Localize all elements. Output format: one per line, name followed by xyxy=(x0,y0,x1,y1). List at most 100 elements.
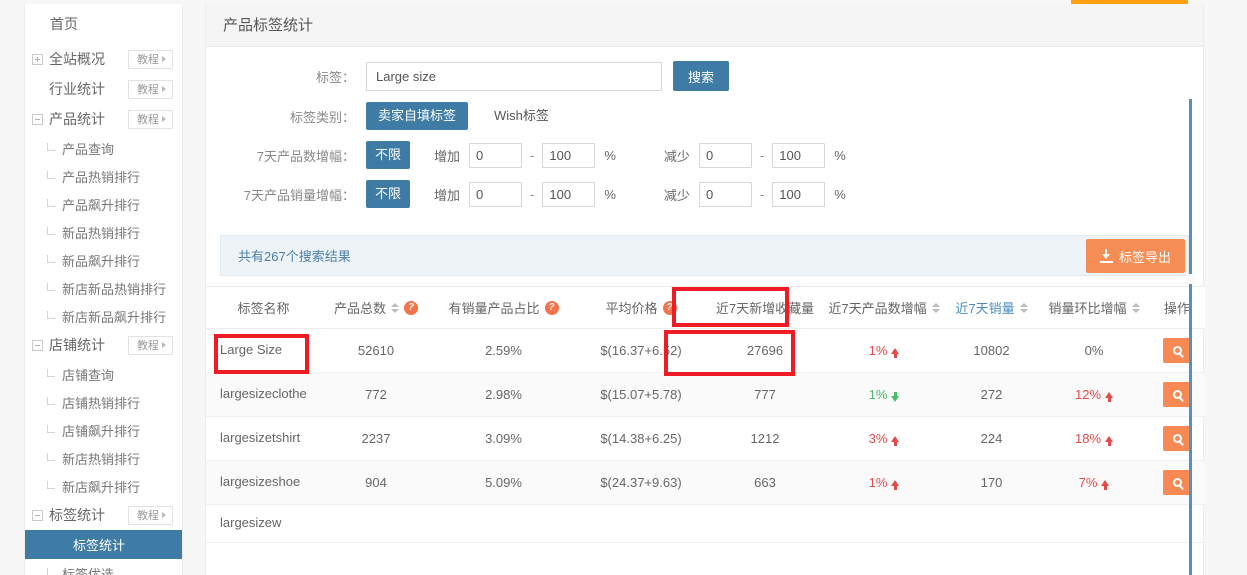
product-count-increase-max[interactable] xyxy=(542,142,596,168)
expand-plus-icon[interactable] xyxy=(32,53,43,65)
help-icon[interactable]: ? xyxy=(662,300,677,315)
filter-row-tag: 标签： 搜索 xyxy=(206,61,1203,91)
arrow-up-icon xyxy=(891,436,900,446)
tree-corner-icon xyxy=(47,567,55,575)
sidebar-item-shop-hot-rank[interactable]: 店铺热销排行 xyxy=(25,388,182,416)
sort-icon[interactable] xyxy=(1131,302,1140,314)
tag-search-input[interactable] xyxy=(366,61,662,91)
col-sales-7d[interactable]: 近7天销量 xyxy=(944,286,1039,329)
sales-unlimited-button[interactable]: 不限 xyxy=(366,180,410,208)
sidebar-item-product-hot-rank[interactable]: 产品热销排行 xyxy=(25,162,182,190)
col-actions: 操作 xyxy=(1149,286,1205,329)
sort-icon[interactable] xyxy=(391,302,399,314)
sidebar-item-product-rising-rank[interactable]: 产品飙升排行 xyxy=(25,190,182,218)
cell-total: 772 xyxy=(321,372,431,417)
arrow-up-icon xyxy=(891,348,900,358)
tutorial-button[interactable]: 教程 xyxy=(128,109,173,129)
sidebar-item-product-query[interactable]: 产品查询 xyxy=(25,134,182,162)
sort-icon[interactable] xyxy=(931,302,940,314)
col-label: 操作 xyxy=(1163,301,1190,316)
sales-decrease-max[interactable] xyxy=(772,181,826,207)
product-count-decrease-max[interactable] xyxy=(772,142,826,168)
expand-none-icon xyxy=(32,84,43,95)
search-button[interactable]: 搜索 xyxy=(673,61,729,91)
sidebar-item-shop-rising-rank[interactable]: 店铺飙升排行 xyxy=(25,416,182,444)
sidebar-item-newshop-rising-rank[interactable]: 新店飙升排行 xyxy=(25,472,182,500)
cell-sales-growth: 18% xyxy=(1039,416,1149,461)
cell-total: 52610 xyxy=(321,328,431,373)
sidebar-group-label: 全站概况 xyxy=(49,51,105,67)
cell-avg-price: $(24.37+9.63) xyxy=(576,460,706,505)
sales-increase-max[interactable] xyxy=(542,181,596,207)
cell-sales-ratio: 3.09% xyxy=(431,416,576,461)
sidebar-group-industry[interactable]: 行业统计 教程 xyxy=(25,74,182,104)
sidebar-group-product-stats[interactable]: 产品统计 教程 xyxy=(25,104,182,134)
product-count-unlimited-button[interactable]: 不限 xyxy=(366,141,410,169)
sidebar-sub-label: 店铺热销排行 xyxy=(62,395,141,411)
collapse-minus-icon[interactable] xyxy=(32,113,43,125)
growth-value: 18% xyxy=(1074,431,1102,446)
product-count-decrease-min[interactable] xyxy=(698,142,752,168)
cell-tag-name[interactable]: Large Size xyxy=(206,328,321,373)
product-count-growth-label: 7天产品数增幅： xyxy=(256,148,355,164)
col-product-count-growth[interactable]: 近7天产品数增幅 xyxy=(824,286,944,329)
table-header-row: 标签名称 产品总数 ? 有销量产品占比 ? 平均价格 ? 近7天新增收藏量 近7… xyxy=(206,286,1205,329)
row-search-button[interactable] xyxy=(1163,470,1191,495)
table-body: Large Size 52610 2.59% $(16.37+6.52) 276… xyxy=(206,328,1205,543)
cell-tag-name[interactable]: largesizeshoe xyxy=(206,460,321,505)
tree-corner-icon xyxy=(47,254,55,263)
sidebar: 首页 全站概况 教程 行业统计 教程 产品统计 教程 产品查询 产品热销排行 产… xyxy=(24,4,183,575)
tutorial-button[interactable]: 教程 xyxy=(128,79,173,99)
help-icon[interactable]: ? xyxy=(404,300,418,315)
export-tags-button[interactable]: 标签导出 xyxy=(1085,239,1185,273)
tab-wish-tag[interactable]: Wish标签 xyxy=(482,102,561,130)
sales-decrease-min[interactable] xyxy=(698,181,752,207)
help-icon[interactable]: ? xyxy=(544,300,559,315)
col-total-products[interactable]: 产品总数 ? xyxy=(321,286,431,329)
tutorial-button[interactable]: 教程 xyxy=(128,335,173,355)
chevron-right-icon xyxy=(162,512,166,518)
tab-seller-tag[interactable]: 卖家自填标签 xyxy=(366,102,469,130)
row-search-button[interactable] xyxy=(1163,338,1191,363)
sidebar-item-newshop-new-rising-rank[interactable]: 新店新品飙升排行 xyxy=(25,302,182,330)
arrow-up-icon xyxy=(1105,436,1114,446)
sidebar-group-overview[interactable]: 全站概况 教程 xyxy=(25,44,182,74)
cell-sales-7d xyxy=(944,504,1039,543)
cell-sales-ratio: 2.98% xyxy=(431,372,576,417)
tree-corner-icon xyxy=(47,480,55,489)
tutorial-button[interactable]: 教程 xyxy=(128,49,173,69)
app-root: 首页 全站概况 教程 行业统计 教程 产品统计 教程 产品查询 产品热销排行 产… xyxy=(0,0,1247,575)
cell-new-favorites: 777 xyxy=(706,372,824,417)
sort-icon[interactable] xyxy=(1019,302,1028,314)
collapse-minus-icon[interactable] xyxy=(32,509,43,521)
chevron-right-icon xyxy=(162,342,166,348)
sidebar-sub-label: 标签优选 xyxy=(62,566,115,575)
percent-sign: % xyxy=(604,147,616,163)
sidebar-sub-label: 产品热销排行 xyxy=(62,169,141,185)
row-search-button[interactable] xyxy=(1163,382,1191,407)
inner-scrollbar-thumb[interactable] xyxy=(1189,99,1192,575)
sidebar-item-shop-query[interactable]: 店铺查询 xyxy=(25,360,182,388)
cell-tag-name[interactable]: largesizew xyxy=(206,504,321,543)
sidebar-item-home[interactable]: 首页 xyxy=(25,4,182,44)
growth-value: 1% xyxy=(868,387,888,402)
sidebar-item-new-rising-rank[interactable]: 新品飙升排行 xyxy=(25,246,182,274)
tutorial-button[interactable]: 教程 xyxy=(128,505,173,525)
cell-tag-name[interactable]: largesizeclothe xyxy=(206,372,321,417)
cell-avg-price: $(15.07+5.78) xyxy=(576,372,706,417)
sidebar-item-tag-stats[interactable]: 标签统计 xyxy=(25,530,182,559)
cell-avg-price xyxy=(576,504,706,543)
product-count-increase-min[interactable] xyxy=(469,142,523,168)
sidebar-item-new-hot-rank[interactable]: 新品热销排行 xyxy=(25,218,182,246)
cell-tag-name[interactable]: largesizetshirt xyxy=(206,416,321,461)
sidebar-item-newshop-hot-rank[interactable]: 新店热销排行 xyxy=(25,444,182,472)
sales-increase-min[interactable] xyxy=(469,181,523,207)
col-sales-growth[interactable]: 销量环比增幅 xyxy=(1039,286,1149,329)
row-search-button[interactable] xyxy=(1163,426,1191,451)
increase-word: 增加 xyxy=(434,148,461,164)
sidebar-item-newshop-new-hot-rank[interactable]: 新店新品热销排行 xyxy=(25,274,182,302)
sidebar-group-shop-stats[interactable]: 店铺统计 教程 xyxy=(25,330,182,360)
sidebar-group-tag-stats[interactable]: 标签统计 教程 xyxy=(25,500,182,530)
collapse-minus-icon[interactable] xyxy=(32,339,43,351)
sidebar-item-tag-selection[interactable]: 标签优选 xyxy=(25,559,182,575)
